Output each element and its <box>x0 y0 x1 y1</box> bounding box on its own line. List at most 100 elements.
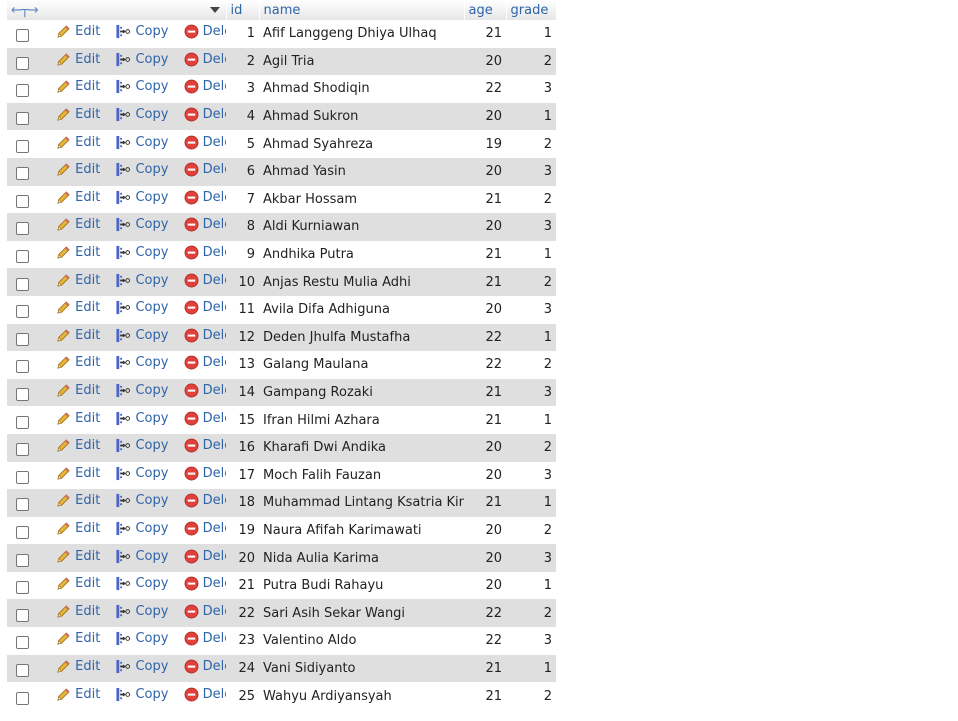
copy-button[interactable]: Copy <box>115 631 168 646</box>
edit-button[interactable]: Edit <box>56 190 100 205</box>
copy-button[interactable]: Copy <box>115 245 168 260</box>
copy-button[interactable]: Copy <box>115 438 168 453</box>
copy-button[interactable]: Copy <box>115 52 168 67</box>
copy-button[interactable]: Copy <box>115 521 168 536</box>
copy-button[interactable]: Copy <box>115 107 168 122</box>
copy-button[interactable]: Copy <box>115 355 168 370</box>
row-checkbox[interactable] <box>16 608 29 622</box>
edit-button[interactable]: Edit <box>56 659 100 674</box>
copy-button[interactable]: Copy <box>115 383 168 398</box>
delete-button[interactable]: Delete <box>184 245 226 260</box>
delete-button[interactable]: Delete <box>184 355 226 370</box>
copy-button[interactable]: Copy <box>115 687 168 702</box>
copy-button[interactable]: Copy <box>115 659 168 674</box>
row-checkbox[interactable] <box>16 277 29 291</box>
row-checkbox[interactable] <box>16 498 29 512</box>
delete-button[interactable]: Delete <box>184 383 226 398</box>
edit-button[interactable]: Edit <box>56 438 100 453</box>
edit-button[interactable]: Edit <box>56 79 100 94</box>
delete-button[interactable]: Delete <box>184 659 226 674</box>
edit-button[interactable]: Edit <box>56 549 100 564</box>
copy-button[interactable]: Copy <box>115 328 168 343</box>
copy-button[interactable]: Copy <box>115 466 168 481</box>
row-options-header[interactable]: ←┬→ <box>7 0 227 20</box>
edit-button[interactable]: Edit <box>56 576 100 591</box>
row-checkbox[interactable] <box>16 443 29 457</box>
edit-button[interactable]: Edit <box>56 328 100 343</box>
copy-button[interactable]: Copy <box>115 273 168 288</box>
row-checkbox[interactable] <box>16 553 29 567</box>
delete-button[interactable]: Delete <box>184 687 226 702</box>
row-checkbox[interactable] <box>16 250 29 264</box>
delete-button[interactable]: Delete <box>184 79 226 94</box>
edit-button[interactable]: Edit <box>56 383 100 398</box>
edit-button[interactable]: Edit <box>56 631 100 646</box>
row-checkbox[interactable] <box>16 525 29 539</box>
edit-button[interactable]: Edit <box>56 604 100 619</box>
edit-button[interactable]: Edit <box>56 107 100 122</box>
copy-button[interactable]: Copy <box>115 549 168 564</box>
copy-button[interactable]: Copy <box>115 162 168 177</box>
row-checkbox[interactable] <box>16 470 29 484</box>
row-checkbox[interactable] <box>16 388 29 402</box>
delete-button[interactable]: Delete <box>184 135 226 150</box>
row-checkbox[interactable] <box>16 415 29 429</box>
copy-button[interactable]: Copy <box>115 24 168 39</box>
edit-button[interactable]: Edit <box>56 521 100 536</box>
delete-button[interactable]: Delete <box>184 24 226 39</box>
row-checkbox[interactable] <box>16 663 29 677</box>
row-checkbox[interactable] <box>16 305 29 319</box>
row-checkbox[interactable] <box>16 112 29 126</box>
row-checkbox[interactable] <box>16 56 29 70</box>
edit-button[interactable]: Edit <box>56 466 100 481</box>
edit-button[interactable]: Edit <box>56 24 100 39</box>
row-checkbox[interactable] <box>16 194 29 208</box>
delete-button[interactable]: Delete <box>184 328 226 343</box>
edit-button[interactable]: Edit <box>56 135 100 150</box>
delete-button[interactable]: Delete <box>184 549 226 564</box>
copy-button[interactable]: Copy <box>115 576 168 591</box>
delete-button[interactable]: Delete <box>184 52 226 67</box>
edit-button[interactable]: Edit <box>56 52 100 67</box>
delete-button[interactable]: Delete <box>184 107 226 122</box>
edit-button[interactable]: Edit <box>56 411 100 426</box>
column-header-grade[interactable]: grade <box>506 0 557 20</box>
row-checkbox[interactable] <box>16 84 29 98</box>
row-checkbox[interactable] <box>16 581 29 595</box>
copy-button[interactable]: Copy <box>115 217 168 232</box>
delete-button[interactable]: Delete <box>184 631 226 646</box>
column-header-name[interactable]: name <box>259 0 465 20</box>
delete-button[interactable]: Delete <box>184 576 226 591</box>
edit-button[interactable]: Edit <box>56 687 100 702</box>
delete-button[interactable]: Delete <box>184 162 226 177</box>
edit-button[interactable]: Edit <box>56 273 100 288</box>
delete-button[interactable]: Delete <box>184 493 226 508</box>
copy-button[interactable]: Copy <box>115 493 168 508</box>
edit-button[interactable]: Edit <box>56 162 100 177</box>
delete-button[interactable]: Delete <box>184 190 226 205</box>
delete-button[interactable]: Delete <box>184 438 226 453</box>
edit-button[interactable]: Edit <box>56 300 100 315</box>
row-checkbox[interactable] <box>16 167 29 181</box>
row-checkbox[interactable] <box>16 222 29 236</box>
copy-button[interactable]: Copy <box>115 135 168 150</box>
copy-button[interactable]: Copy <box>115 300 168 315</box>
row-checkbox[interactable] <box>16 636 29 650</box>
column-header-age[interactable]: age <box>464 0 507 20</box>
row-checkbox[interactable] <box>16 139 29 153</box>
edit-button[interactable]: Edit <box>56 217 100 232</box>
column-header-id[interactable]: id <box>226 0 260 20</box>
row-checkbox[interactable] <box>16 360 29 374</box>
row-checkbox[interactable] <box>16 29 29 43</box>
delete-button[interactable]: Delete <box>184 273 226 288</box>
copy-button[interactable]: Copy <box>115 604 168 619</box>
edit-button[interactable]: Edit <box>56 493 100 508</box>
copy-button[interactable]: Copy <box>115 79 168 94</box>
edit-button[interactable]: Edit <box>56 245 100 260</box>
row-checkbox[interactable] <box>16 691 29 705</box>
delete-button[interactable]: Delete <box>184 217 226 232</box>
dropdown-triangle-icon[interactable] <box>209 7 220 13</box>
delete-button[interactable]: Delete <box>184 521 226 536</box>
copy-button[interactable]: Copy <box>115 411 168 426</box>
delete-button[interactable]: Delete <box>184 411 226 426</box>
